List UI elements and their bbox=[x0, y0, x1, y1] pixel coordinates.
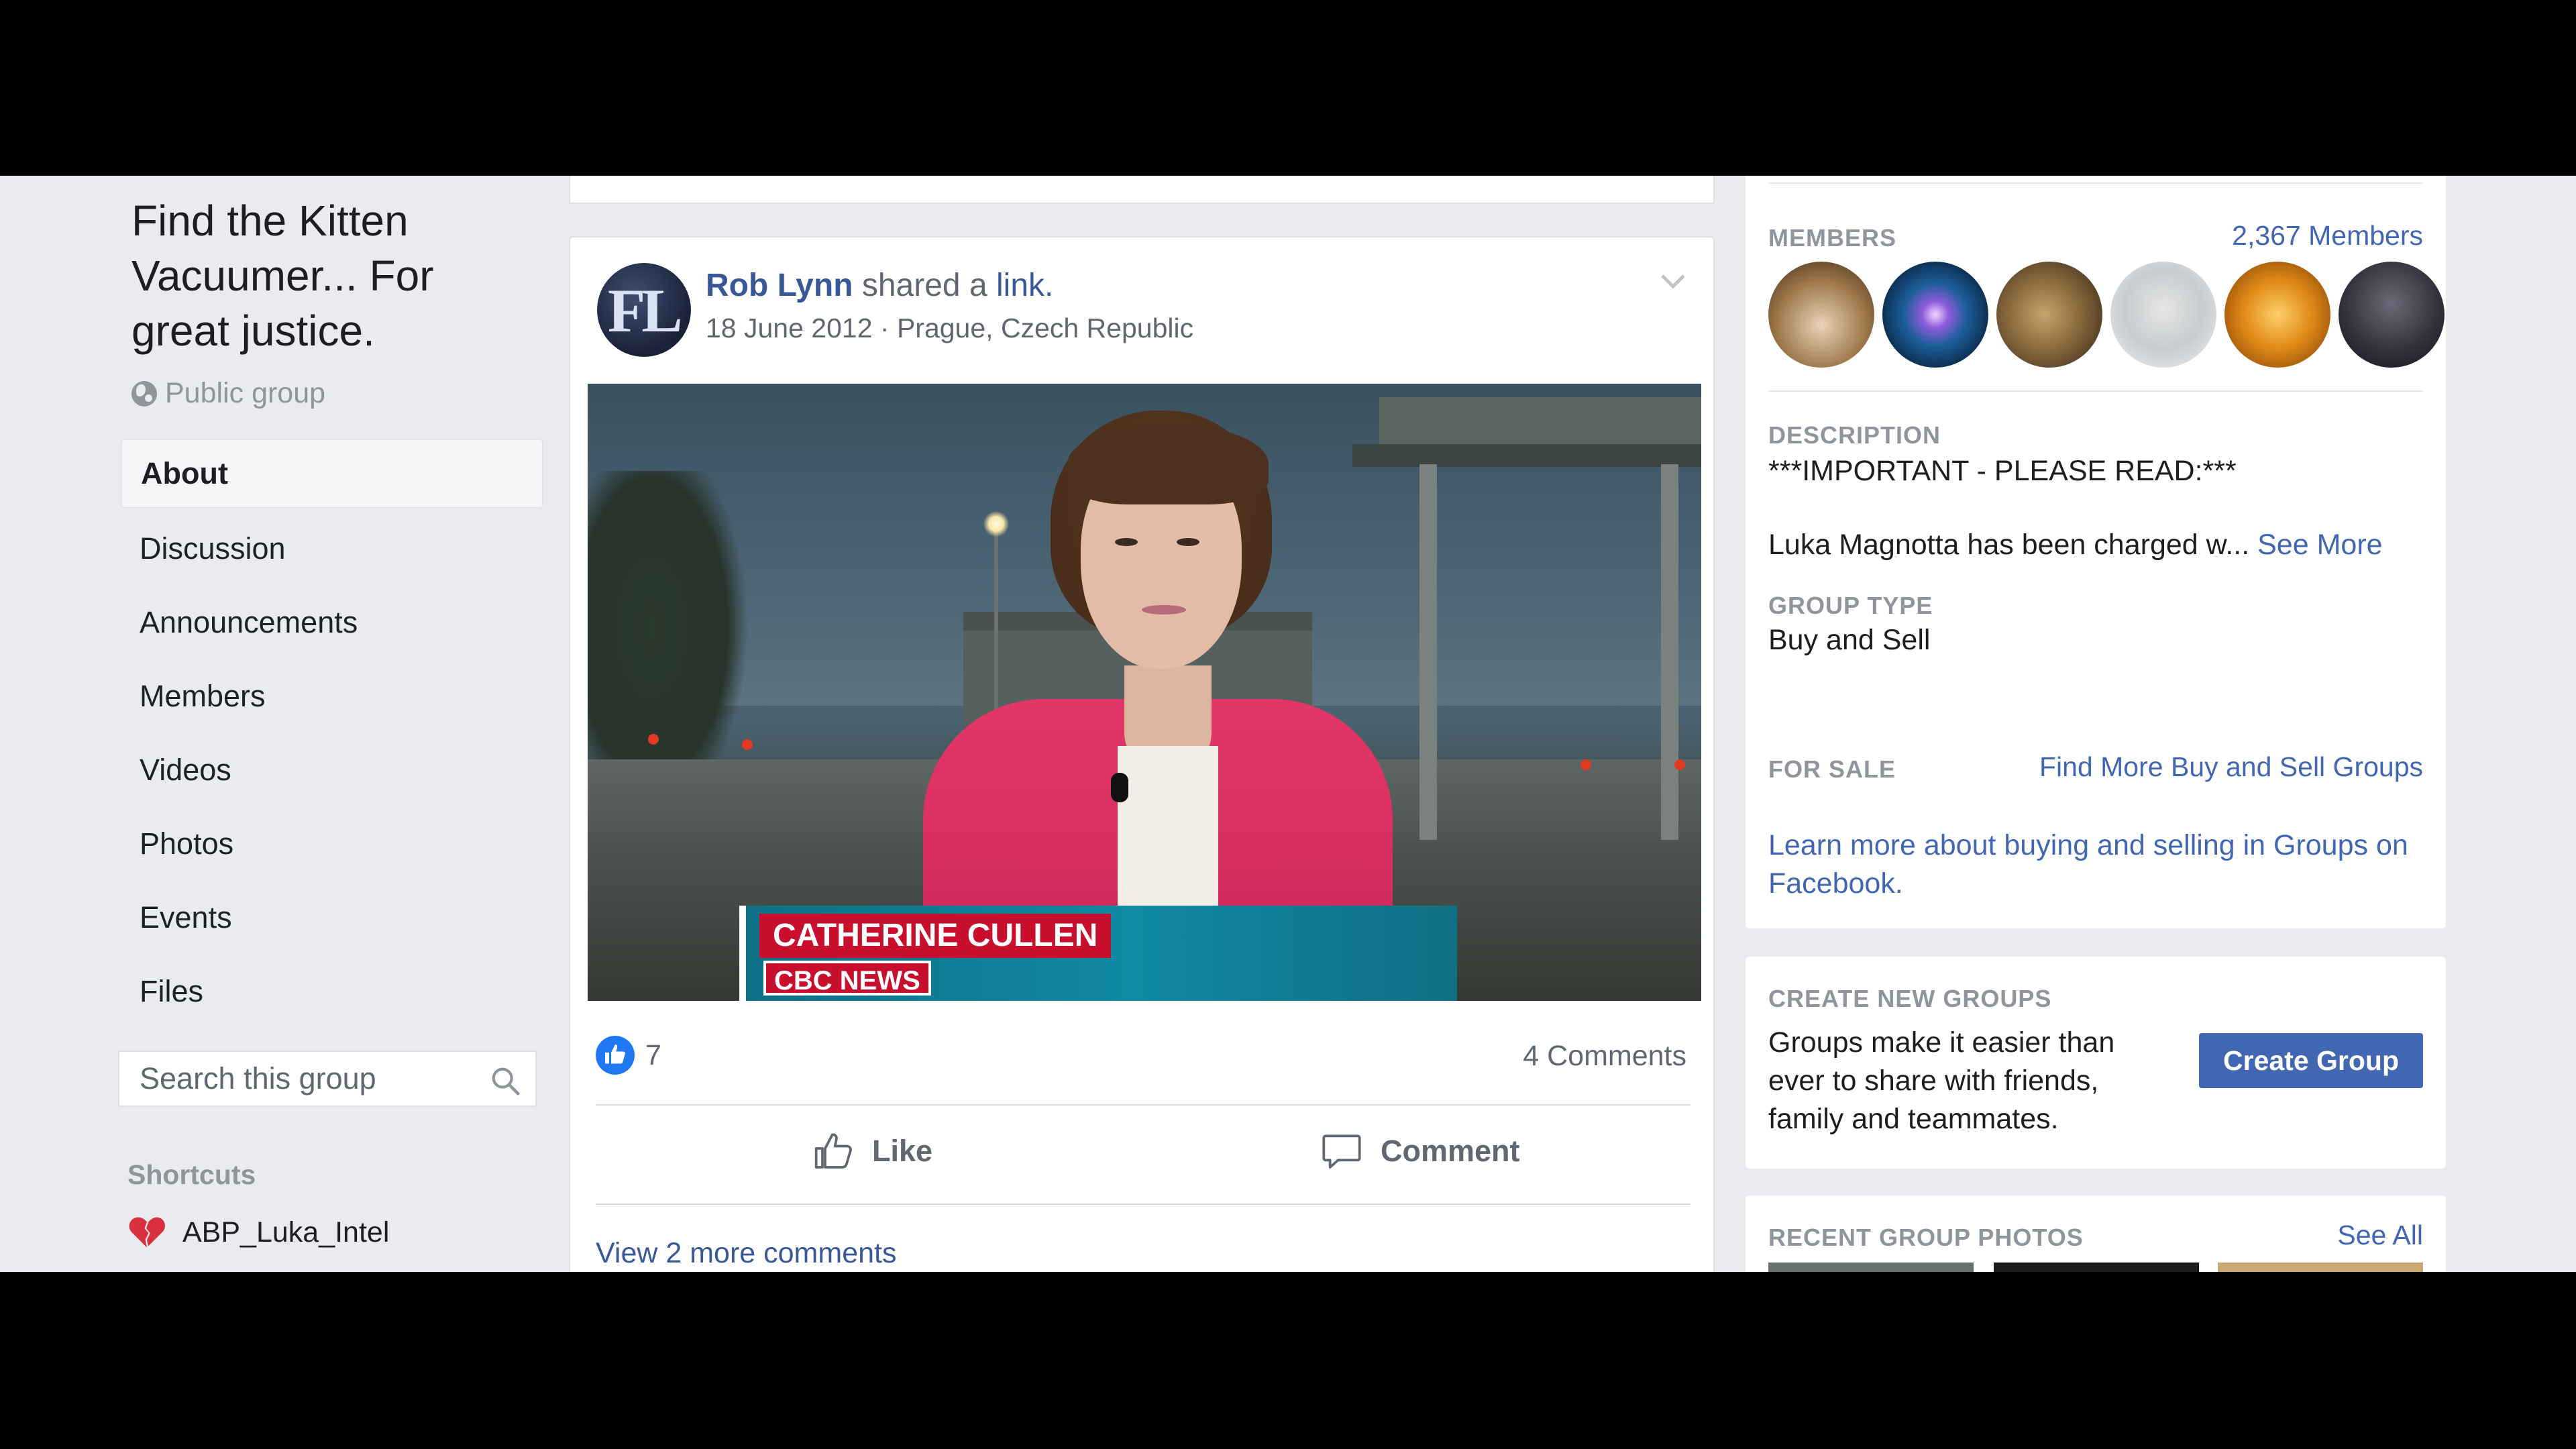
nav-item-about[interactable]: About bbox=[121, 439, 543, 508]
create-groups-card: CREATE NEW GROUPS Groups make it easier … bbox=[1746, 957, 2446, 1169]
shared-text: shared a bbox=[853, 268, 996, 303]
create-group-button[interactable]: Create Group bbox=[2199, 1033, 2423, 1088]
video-person-bangs bbox=[1067, 424, 1269, 504]
for-sale-heading: FOR SALE bbox=[1768, 755, 1896, 783]
recent-photo[interactable] bbox=[2218, 1263, 2423, 1272]
video-canopy-roof bbox=[1352, 444, 1701, 467]
nav-item-discussion[interactable]: Discussion bbox=[121, 515, 543, 582]
see-all-link[interactable]: See All bbox=[2337, 1220, 2423, 1251]
thumbs-up-icon bbox=[814, 1133, 852, 1169]
video-lapel-mic bbox=[1111, 773, 1128, 802]
for-sale-card: FOR SALE Find More Buy and Sell Groups L… bbox=[1746, 727, 2446, 928]
description-line-1: ***IMPORTANT - PLEASE READ:*** bbox=[1768, 455, 2237, 487]
group-type-value: Buy and Sell bbox=[1768, 624, 1931, 656]
nav-item-videos[interactable]: Videos bbox=[121, 737, 543, 804]
recent-photos-heading: RECENT GROUP PHOTOS bbox=[1768, 1224, 2084, 1251]
learn-more-link[interactable]: Learn more about buying and selling in G… bbox=[1768, 826, 2412, 903]
description-line-2: Luka Magnotta has been charged w... See … bbox=[1768, 526, 2383, 564]
video-light bbox=[648, 734, 659, 745]
video-pillar bbox=[1661, 464, 1678, 840]
author-avatar[interactable]: FL bbox=[597, 263, 691, 357]
recent-photo[interactable] bbox=[1994, 1263, 2199, 1272]
description-truncated: Luka Magnotta has been charged w... bbox=[1768, 529, 2250, 561]
meta-separator: · bbox=[872, 313, 897, 343]
group-type-heading: GROUP TYPE bbox=[1768, 592, 1933, 619]
divider bbox=[596, 1104, 1690, 1106]
broken-heart-icon bbox=[129, 1217, 166, 1248]
like-reaction-icon bbox=[596, 1036, 635, 1075]
chevron-down-icon[interactable] bbox=[1660, 271, 1686, 291]
video-org-tag: CBC NEWS bbox=[763, 961, 931, 996]
nav-item-events[interactable]: Events bbox=[121, 884, 543, 951]
comment-button[interactable]: Comment bbox=[1320, 1130, 1520, 1173]
post-header: Rob Lynn shared a link. bbox=[706, 267, 1053, 304]
avatar-text: FL bbox=[608, 276, 683, 345]
globe-icon bbox=[131, 380, 157, 407]
member-avatars bbox=[1768, 262, 2445, 368]
nav-item-announcements[interactable]: Announcements bbox=[121, 589, 543, 656]
member-avatar[interactable] bbox=[2339, 262, 2445, 368]
divider bbox=[596, 1203, 1690, 1205]
video-light bbox=[742, 739, 753, 750]
search-input[interactable] bbox=[138, 1061, 490, 1097]
privacy-label: Public group bbox=[165, 377, 326, 409]
composer-card-edge bbox=[569, 176, 1715, 204]
shortcuts-heading: Shortcuts bbox=[127, 1159, 256, 1190]
video-person-mouth bbox=[1142, 605, 1186, 614]
shared-link[interactable]: link. bbox=[996, 268, 1053, 303]
nav-item-photos[interactable]: Photos bbox=[121, 810, 543, 877]
shortcut-item[interactable]: ABP_Luka_Intel bbox=[127, 1216, 389, 1249]
like-count: 7 bbox=[645, 1038, 661, 1071]
facebook-group-page: Find the Kitten Vacuumer... For great ju… bbox=[0, 176, 2576, 1272]
comment-label: Comment bbox=[1381, 1134, 1520, 1168]
create-groups-text: Groups make it easier than ever to share… bbox=[1768, 1026, 2115, 1135]
view-more-comments-link[interactable]: View 2 more comments bbox=[596, 1237, 896, 1270]
members-count-link[interactable]: 2,367 Members bbox=[2232, 220, 2423, 252]
comments-count[interactable]: 4 Comments bbox=[1523, 1040, 1686, 1073]
author-name[interactable]: Rob Lynn bbox=[706, 268, 853, 303]
like-label: Like bbox=[872, 1134, 933, 1168]
video-light bbox=[1580, 759, 1591, 770]
description-heading: DESCRIPTION bbox=[1768, 421, 1941, 449]
group-privacy: Public group bbox=[131, 377, 325, 410]
see-more-link[interactable]: See More bbox=[2257, 529, 2382, 561]
video-pillar bbox=[1419, 464, 1437, 840]
video-lamp bbox=[983, 511, 1009, 537]
member-avatar[interactable] bbox=[1768, 262, 1874, 368]
left-sidebar: Find the Kitten Vacuumer... For great ju… bbox=[118, 176, 547, 1272]
reaction-summary[interactable]: 7 bbox=[596, 1036, 661, 1075]
post-location[interactable]: Prague, Czech Republic bbox=[897, 313, 1193, 343]
divider bbox=[1768, 390, 2423, 392]
member-avatar[interactable] bbox=[1882, 262, 1988, 368]
video-name-tag: CATHERINE CULLEN bbox=[759, 914, 1112, 958]
group-search bbox=[118, 1051, 537, 1107]
feed-post: FL Rob Lynn shared a link. 18 June 2012 … bbox=[569, 236, 1715, 1272]
shortcut-label: ABP_Luka_Intel bbox=[182, 1216, 390, 1248]
member-avatar[interactable] bbox=[2224, 262, 2330, 368]
members-heading: MEMBERS bbox=[1768, 224, 1897, 252]
comment-icon bbox=[1322, 1134, 1361, 1169]
nav-item-files[interactable]: Files bbox=[121, 958, 543, 1025]
post-date[interactable]: 18 June 2012 bbox=[706, 313, 873, 343]
recent-photos-card: RECENT GROUP PHOTOS See All bbox=[1746, 1195, 2446, 1272]
post-meta: 18 June 2012 · Prague, Czech Republic bbox=[706, 313, 1193, 344]
video-light bbox=[1674, 759, 1685, 770]
video-person-eye bbox=[1115, 538, 1138, 546]
search-icon[interactable] bbox=[490, 1065, 521, 1096]
recent-photo[interactable] bbox=[1768, 1263, 1974, 1272]
find-more-groups-link[interactable]: Find More Buy and Sell Groups bbox=[2039, 751, 2423, 783]
member-avatar[interactable] bbox=[2110, 262, 2216, 368]
search-field-edge bbox=[1768, 182, 2423, 184]
create-groups-heading: CREATE NEW GROUPS bbox=[1768, 985, 2052, 1012]
like-button[interactable]: Like bbox=[812, 1130, 932, 1173]
video-lower-third-bar bbox=[739, 906, 746, 1001]
group-title[interactable]: Find the Kitten Vacuumer... For great ju… bbox=[131, 193, 507, 358]
member-avatar[interactable] bbox=[1996, 262, 2102, 368]
group-nav: About Discussion Announcements Members V… bbox=[121, 439, 543, 1032]
video-person-eye bbox=[1177, 538, 1199, 546]
nav-item-members[interactable]: Members bbox=[121, 663, 543, 730]
video-player[interactable]: CATHERINE CULLEN CBC NEWS bbox=[588, 384, 1701, 1001]
